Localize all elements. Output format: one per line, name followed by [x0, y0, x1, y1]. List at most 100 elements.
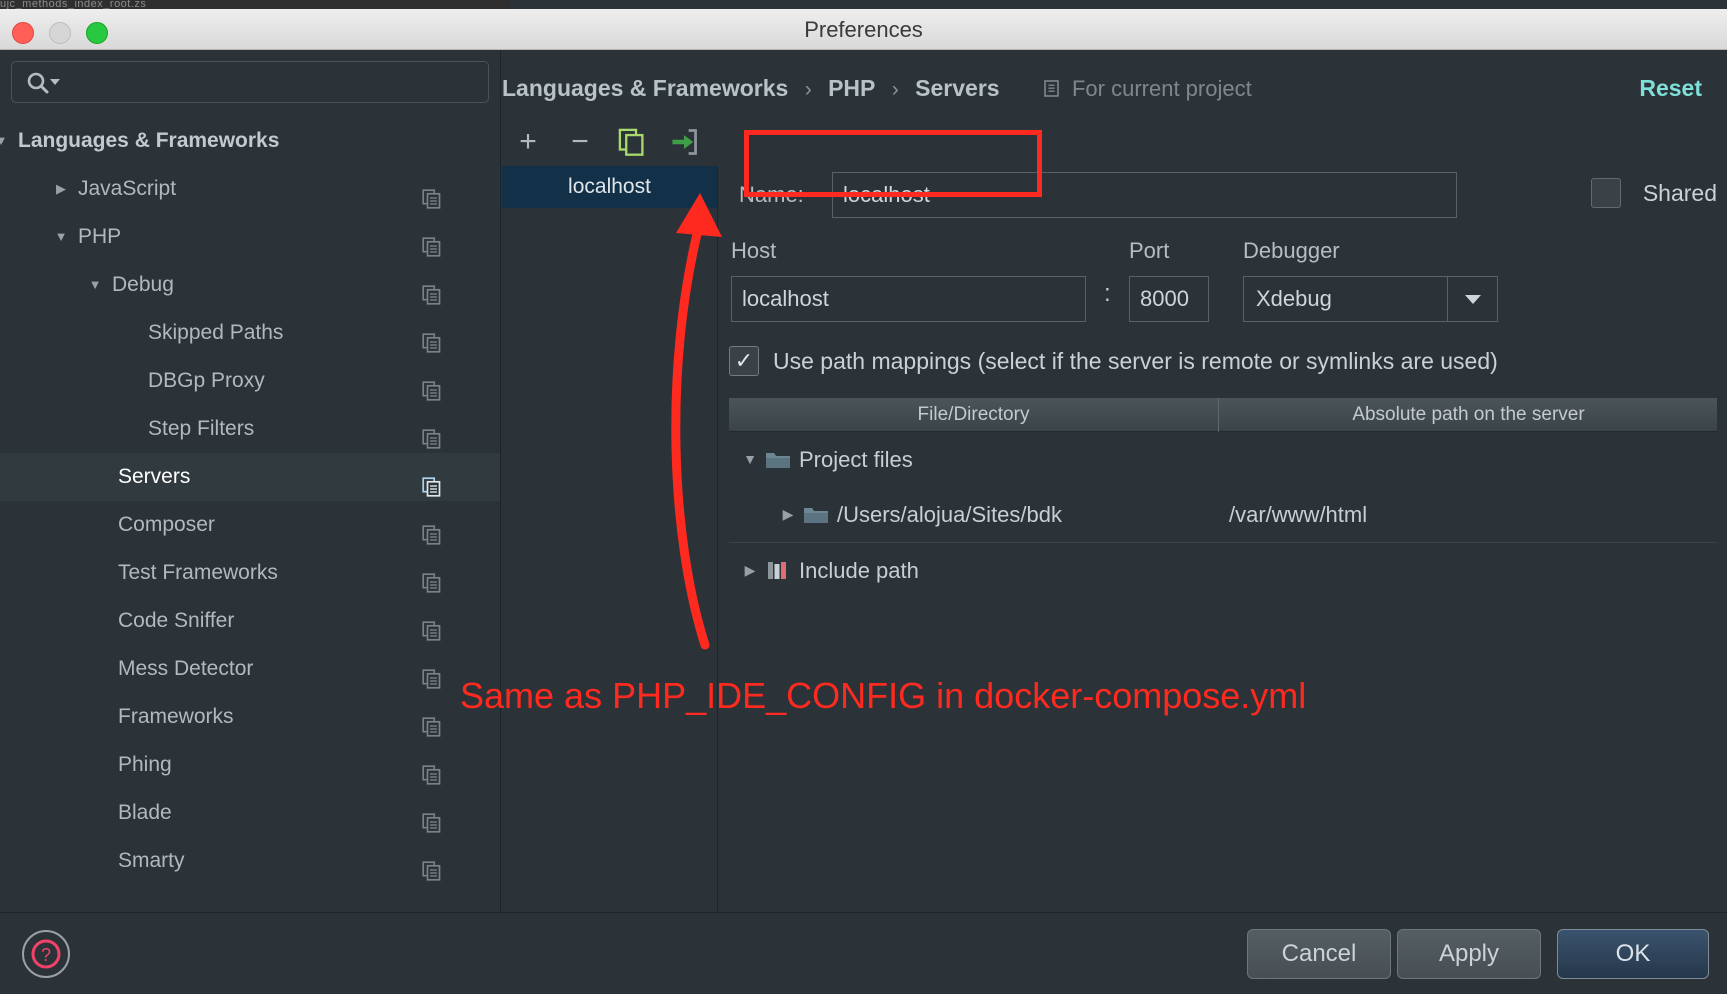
- debugger-label: Debugger: [1243, 238, 1340, 263]
- copy-icon[interactable]: [422, 419, 442, 449]
- table-cell-file-directory: /Users/alojua/Sites/bdk: [837, 502, 1062, 527]
- debugger-selected-value: Xdebug: [1256, 286, 1332, 311]
- path-mappings-label: Use path mappings (select if the server …: [773, 348, 1498, 374]
- reset-link[interactable]: Reset: [1639, 64, 1702, 112]
- copy-icon[interactable]: [422, 659, 442, 689]
- sidebar-item-mess-detector[interactable]: Mess Detector: [0, 645, 500, 693]
- sidebar-item-languages-frameworks[interactable]: ▼ Languages & Frameworks: [0, 117, 500, 165]
- remove-server-button[interactable]: −: [554, 120, 606, 164]
- name-input[interactable]: [832, 172, 1457, 218]
- chevron-down-icon[interactable]: ▼: [84, 261, 106, 309]
- copy-icon[interactable]: [422, 611, 442, 641]
- path-mappings-table: File/Directory Absolute path on the serv…: [729, 398, 1717, 912]
- project-scope-text: For current project: [1071, 76, 1252, 101]
- settings-detail-panel: Languages & Frameworks › PHP › Servers F…: [502, 50, 1727, 912]
- copy-icon[interactable]: [422, 707, 442, 737]
- table-body: ▼ Project files ▶/Users/alojua/Sites/bdk/v…: [729, 432, 1717, 598]
- settings-tree: ▼ Languages & Frameworks ▶ JavaScript ▼ PHP ▼ D…: [0, 117, 500, 885]
- chevron-right-icon[interactable]: ▶: [50, 165, 72, 213]
- background-window-sliver: ujc_methods_index_root.zs: [0, 0, 510, 9]
- svg-text:?: ?: [41, 945, 51, 965]
- folder-icon: [765, 449, 791, 475]
- sidebar-item-frameworks[interactable]: Frameworks: [0, 693, 500, 741]
- table-row[interactable]: ▶ /Users/alojua/Sites/bdk/var/www/html: [729, 487, 1717, 542]
- sidebar-item-label: Composer: [118, 513, 215, 536]
- sidebar-item-blade[interactable]: Blade: [0, 789, 500, 837]
- breadcrumb-item-languages[interactable]: Languages & Frameworks: [502, 75, 788, 101]
- copy-icon[interactable]: [422, 323, 442, 353]
- sidebar-item-dbgp-proxy[interactable]: DBGp Proxy: [0, 357, 500, 405]
- chevron-right-icon[interactable]: ▶: [777, 487, 799, 542]
- server-list-item[interactable]: localhost: [502, 166, 717, 208]
- host-input[interactable]: [731, 276, 1086, 322]
- shared-label: Shared: [1642, 180, 1717, 206]
- sidebar-item-php[interactable]: ▼ PHP: [0, 213, 500, 261]
- apply-button[interactable]: Apply: [1397, 929, 1541, 979]
- table-row[interactable]: ▶ Include path: [729, 543, 1717, 598]
- copy-icon[interactable]: [422, 803, 442, 833]
- sidebar-item-test-frameworks[interactable]: Test Frameworks: [0, 549, 500, 597]
- sidebar-item-smarty[interactable]: Smarty: [0, 837, 500, 885]
- table-cell-absolute-path: /var/www/html: [1229, 502, 1368, 527]
- chevron-down-icon[interactable]: [1447, 277, 1497, 321]
- sidebar-item-code-sniffer[interactable]: Code Sniffer: [0, 597, 500, 645]
- table-cell-file-directory: Project files: [799, 447, 913, 472]
- chevron-right-icon[interactable]: ▶: [739, 543, 761, 598]
- port-input[interactable]: [1129, 276, 1209, 322]
- project-scope-label: For current project: [1044, 76, 1252, 101]
- include-path-icon: [765, 560, 791, 586]
- project-scope-icon: [1044, 67, 1063, 115]
- port-label: Port: [1129, 238, 1170, 263]
- sidebar-item-phing[interactable]: Phing: [0, 741, 500, 789]
- copy-server-button[interactable]: [606, 120, 658, 164]
- sidebar-item-debug[interactable]: ▼ Debug: [0, 261, 500, 309]
- debugger-select[interactable]: Xdebug: [1243, 276, 1498, 322]
- sidebar-item-label: Debug: [112, 273, 174, 296]
- server-form: Name: Shared Host Port Debugger : Xdebug…: [719, 118, 1727, 912]
- sidebar-item-label: JavaScript: [78, 177, 177, 200]
- path-mappings-checkbox[interactable]: ✓: [729, 346, 759, 376]
- server-list: localhost: [502, 166, 718, 912]
- cancel-button[interactable]: Cancel: [1247, 929, 1391, 979]
- sidebar-item-javascript[interactable]: ▶ JavaScript: [0, 165, 500, 213]
- copy-icon[interactable]: [422, 563, 442, 593]
- add-server-button[interactable]: +: [502, 120, 554, 164]
- search-box[interactable]: [11, 61, 489, 103]
- sidebar-item-label: PHP: [78, 225, 122, 248]
- window-titlebar: Preferences: [0, 9, 1727, 50]
- column-header-file-directory[interactable]: File/Directory: [729, 398, 1219, 432]
- folder-icon: [803, 504, 829, 530]
- sidebar-item-servers[interactable]: Servers: [0, 453, 500, 501]
- sidebar-item-label: Servers: [118, 465, 191, 488]
- chevron-down-icon[interactable]: ▼: [0, 117, 12, 165]
- sidebar-item-step-filters[interactable]: Step Filters: [0, 405, 500, 453]
- ok-button[interactable]: OK: [1557, 929, 1709, 979]
- copy-icon[interactable]: [422, 275, 442, 305]
- copy-icon[interactable]: [422, 227, 442, 257]
- breadcrumb-separator: ›: [891, 78, 899, 101]
- breadcrumb-item-php[interactable]: PHP: [828, 75, 875, 101]
- import-server-button[interactable]: [658, 120, 710, 164]
- table-row[interactable]: ▼ Project files: [729, 432, 1717, 487]
- sidebar-item-label: Languages & Frameworks: [18, 129, 280, 152]
- copy-icon[interactable]: [422, 851, 442, 881]
- path-mappings-row: ✓ Use path mappings (select if the serve…: [729, 344, 1727, 378]
- sidebar-item-label: Step Filters: [148, 417, 255, 440]
- chevron-down-icon[interactable]: ▼: [50, 213, 72, 261]
- copy-icon[interactable]: [422, 515, 442, 545]
- column-header-absolute-path[interactable]: Absolute path on the server: [1220, 398, 1717, 432]
- copy-icon[interactable]: [422, 467, 442, 497]
- name-label: Name:: [739, 182, 804, 207]
- chevron-down-icon[interactable]: ▼: [739, 432, 761, 487]
- shared-checkbox[interactable]: [1591, 178, 1621, 208]
- copy-icon[interactable]: [422, 371, 442, 401]
- copy-icon[interactable]: [422, 755, 442, 785]
- sidebar-item-label: Mess Detector: [118, 657, 254, 680]
- help-button[interactable]: ?: [22, 930, 70, 978]
- breadcrumb-item-servers: Servers: [915, 75, 1000, 101]
- search-input[interactable]: [64, 62, 484, 102]
- copy-icon[interactable]: [422, 179, 442, 209]
- host-label: Host: [731, 238, 777, 263]
- sidebar-item-skipped-paths[interactable]: Skipped Paths: [0, 309, 500, 357]
- sidebar-item-composer[interactable]: Composer: [0, 501, 500, 549]
